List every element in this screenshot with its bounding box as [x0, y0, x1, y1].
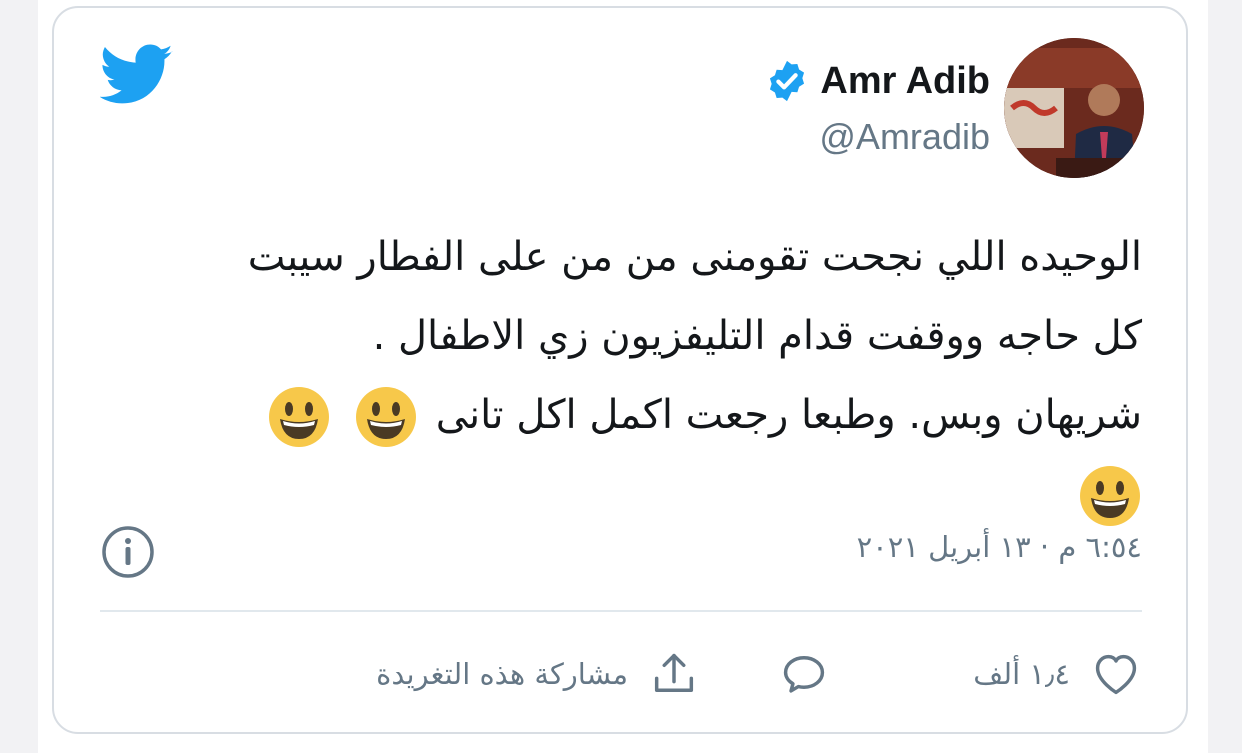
- info-icon[interactable]: [100, 524, 156, 580]
- reply-button[interactable]: [778, 648, 830, 700]
- reply-icon: [783, 656, 825, 693]
- heart-icon: [1095, 654, 1137, 695]
- share-button[interactable]: مشاركة هذه التغريدة: [376, 648, 700, 700]
- grinning-face-emoji: [355, 387, 416, 447]
- share-label: مشاركة هذه التغريدة: [376, 657, 628, 691]
- avatar-image: [1004, 38, 1144, 178]
- tweet-line: كل حاجه ووقفت قدام التليفزيون زي الاطفال…: [372, 313, 1142, 359]
- tweet-line: شريهان وبس. وطبعا رجعت اكمل اكل تانى: [92, 376, 1142, 455]
- author-handle[interactable]: @Amradib: [819, 116, 990, 158]
- like-count: ١٫٤ ألف: [973, 657, 1070, 691]
- grinning-face-emoji: [269, 387, 330, 447]
- author-name: Amr Adib: [820, 59, 990, 102]
- avatar[interactable]: [1004, 38, 1144, 178]
- tweet-line-text: شريهان وبس. وطبعا رجعت اكمل اكل تانى: [435, 392, 1142, 438]
- tweet-text: الوحيده اللي نجحت تقومنى من من على الفطا…: [92, 218, 1142, 534]
- tweet-line: [92, 455, 1142, 534]
- like-button[interactable]: ١٫٤ ألف: [973, 648, 1142, 700]
- grinning-face-emoji: [1080, 466, 1140, 526]
- author-name-row[interactable]: Amr Adib: [764, 58, 990, 104]
- tweet-timestamp[interactable]: ٦:٥٤ م · ١٣ أبريل ٢٠٢١: [857, 530, 1142, 564]
- divider: [100, 610, 1142, 612]
- verified-badge-icon: [770, 60, 805, 102]
- twitter-logo-icon[interactable]: [100, 44, 174, 106]
- share-icon: [654, 653, 694, 692]
- tweet-line: الوحيده اللي نجحت تقومنى من من على الفطا…: [247, 234, 1142, 280]
